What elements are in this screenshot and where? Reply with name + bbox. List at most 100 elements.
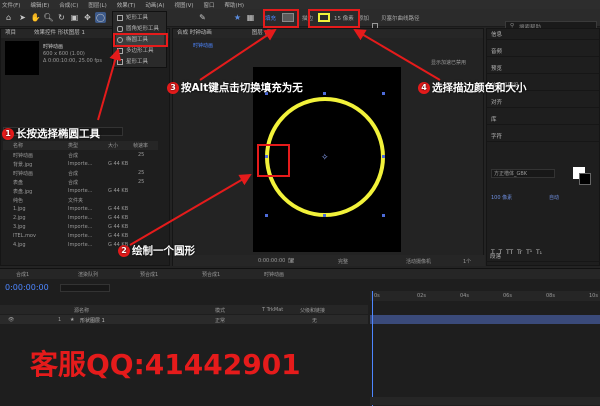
- menu-item-window[interactable]: 窗口: [204, 1, 215, 9]
- ruler-tick: 0s: [374, 293, 380, 299]
- font-family-select[interactable]: 方正楷体_GBK: [491, 169, 555, 178]
- project-item-name: 3.jpg: [13, 224, 26, 230]
- layer-parent[interactable]: 无: [312, 317, 317, 324]
- timeline-columns: 源名称 模式 T TrkMat 父级和链接: [0, 305, 368, 314]
- rect-tool-item[interactable]: 矩形工具: [116, 13, 164, 23]
- project-item[interactable]: 时钟动画 合成 25: [3, 151, 158, 160]
- selection-tool-icon[interactable]: ➤: [17, 12, 28, 23]
- timeline-zoom-bar[interactable]: [370, 397, 600, 405]
- views-select[interactable]: 1个: [463, 258, 471, 265]
- project-item[interactable]: 1.jpg Importe... G 44 KB: [3, 205, 158, 214]
- visibility-icon[interactable]: 👁︎: [8, 317, 14, 323]
- project-item-name: 纯色: [13, 198, 24, 204]
- menu-item-layer[interactable]: 图层(L): [88, 1, 106, 9]
- pin-tool-icon[interactable]: ✎: [197, 12, 208, 23]
- project-item[interactable]: 3.jpg Importe... G 44 KB: [3, 223, 158, 232]
- menu-item-effect[interactable]: 效果(T): [117, 1, 136, 9]
- panel-section[interactable]: 信息: [487, 31, 599, 40]
- panel-section[interactable]: 字符: [487, 133, 599, 142]
- annotation-4: 4 选择描边颜色和大小: [418, 80, 527, 95]
- project-item-name: 表盘: [13, 180, 24, 186]
- ae-window: 文件(F) 编辑(E) 合成(C) 图层(L) 效果(T) 动画(A) 视图(V…: [0, 0, 600, 406]
- project-item-type: Importe...: [68, 224, 93, 230]
- rotate-tool-icon[interactable]: ↻: [56, 12, 67, 23]
- layer-mode[interactable]: 正常: [215, 317, 225, 324]
- project-item-type: Importe...: [68, 161, 93, 167]
- panel-section[interactable]: 库: [487, 116, 599, 125]
- panel-section[interactable]: 对齐: [487, 99, 599, 108]
- zoom-tool-icon[interactable]: 🔍︎: [43, 12, 54, 23]
- camera-tool-icon[interactable]: ▣: [69, 12, 80, 23]
- panel-section[interactable]: 音频: [487, 48, 599, 57]
- time-ruler[interactable]: 0s 02s 04s 06s 08s 10s: [370, 291, 600, 301]
- ellipse-tool-icon[interactable]: ◯: [95, 12, 106, 23]
- viewer-footer: 0:00:00:00 📷︎ 完整 活动摄像机 1个: [173, 255, 485, 266]
- star-toggle-icon[interactable]: ★: [232, 12, 243, 23]
- project-item-name: 4.jpg: [13, 242, 26, 248]
- quality-select[interactable]: 完整: [338, 258, 348, 265]
- viewer-tab[interactable]: 合成 时钟动画 图层 (无): [173, 29, 483, 38]
- timeline-search-input[interactable]: [60, 284, 110, 292]
- timeline-tab[interactable]: 合成1: [16, 271, 29, 278]
- ruler-tick: 08s: [546, 293, 555, 299]
- rounded-rectangle-icon: [117, 26, 123, 32]
- project-item-size: G 44 KB: [108, 215, 129, 221]
- project-item-size: G 44 KB: [108, 188, 129, 194]
- project-item[interactable]: 表盘.jpg Importe... G 44 KB: [3, 187, 158, 196]
- text-stroke-swatch[interactable]: [579, 173, 591, 185]
- project-item[interactable]: 表盘 合成 25: [3, 178, 158, 187]
- polygon-tool-item[interactable]: 多边形工具: [116, 46, 164, 56]
- menu-item-composition[interactable]: 合成(C): [59, 1, 78, 9]
- menu-item-animation[interactable]: 动画(A): [145, 1, 164, 9]
- ruler-tick: 10s: [589, 293, 598, 299]
- project-item-name: ITEL.mov: [13, 233, 36, 239]
- project-item-name: 时钟动画: [13, 153, 34, 159]
- project-item-type: 合成: [68, 153, 79, 159]
- timeline-tabs: 合成1 渲染队列 预合成1 预合成1 时钟动画: [0, 269, 600, 279]
- project-item-type: Importe...: [68, 233, 93, 239]
- hand-tool-icon[interactable]: ✋: [30, 12, 41, 23]
- pan-tool-icon[interactable]: ✥: [82, 12, 93, 23]
- font-size-value[interactable]: 100 像素: [491, 194, 512, 201]
- project-columns: 名称 类型 大小 帧速率: [3, 141, 158, 150]
- timeline-tab[interactable]: 渲染队列: [78, 271, 98, 278]
- menu-item-edit[interactable]: 编辑(E): [30, 1, 49, 9]
- paragraph-section[interactable]: 段落: [486, 253, 600, 262]
- camera-select[interactable]: 活动摄像机: [406, 258, 431, 265]
- project-item-type: Importe...: [68, 242, 93, 248]
- tracking-value[interactable]: 自动: [549, 194, 559, 201]
- project-item[interactable]: 纯色 文件夹: [3, 196, 158, 205]
- menu-item-help[interactable]: 帮助(H): [225, 1, 244, 9]
- right-panel: 信息 音频 预览 效果和预设 对齐库字符 方正楷体_GBK 100 像素 自动 T T …: [486, 28, 600, 266]
- ruler-tick: 06s: [503, 293, 512, 299]
- menu-item-view[interactable]: 视图(V): [174, 1, 193, 9]
- project-item[interactable]: 时钟动画 合成 25: [3, 169, 158, 178]
- project-item-fps: 25: [138, 152, 145, 158]
- polygon-icon: [117, 48, 123, 54]
- panel-section[interactable]: 预览: [487, 65, 599, 74]
- layer-row[interactable]: 👁︎ 1 ★ 形状图层 1 正常 无: [0, 315, 368, 324]
- star-tool-item[interactable]: 星形工具: [116, 57, 164, 67]
- camera-icon[interactable]: 📷︎: [288, 258, 294, 264]
- project-item[interactable]: 背景.jpg Importe... G 44 KB: [3, 160, 158, 169]
- annotation-1: 1 长按选择椭圆工具: [2, 126, 100, 141]
- timeline-tab[interactable]: 预合成1: [140, 271, 158, 278]
- star-icon: [117, 59, 123, 65]
- playhead[interactable]: [372, 291, 373, 406]
- layer-duration-bar[interactable]: [370, 315, 600, 324]
- project-item-fps: 25: [138, 179, 145, 185]
- timeline-tab[interactable]: 时钟动画: [264, 271, 284, 278]
- home-icon[interactable]: ⌂: [3, 12, 14, 23]
- layer-name[interactable]: 形状图层 1: [80, 317, 105, 324]
- project-item[interactable]: ITEL.mov Importe... G 44 KB: [3, 232, 158, 241]
- timeline-tab[interactable]: 预合成1: [202, 271, 220, 278]
- timeline-panel: 合成1 渲染队列 预合成1 预合成1 时钟动画 0:00:00:00 源名称 模式 T …: [0, 268, 600, 406]
- viewer-timecode[interactable]: 0:00:00:00: [258, 258, 285, 264]
- tool-bar: ⌂ ➤ ✋ 🔍︎ ↻ ▣ ✥ ◯ ✎ ★ ▦ 填充 描边 15 像素 添加 贝塞…: [0, 9, 600, 33]
- project-item[interactable]: 2.jpg Importe... G 44 KB: [3, 214, 158, 223]
- menu-item-file[interactable]: 文件(F): [2, 1, 20, 9]
- timeline-timecode[interactable]: 0:00:00:00: [5, 283, 49, 292]
- grid-toggle-icon[interactable]: ▦: [245, 12, 256, 23]
- project-item-size: G 44 KB: [108, 206, 129, 212]
- viewer-breadcrumb[interactable]: 时钟动画: [193, 42, 213, 49]
